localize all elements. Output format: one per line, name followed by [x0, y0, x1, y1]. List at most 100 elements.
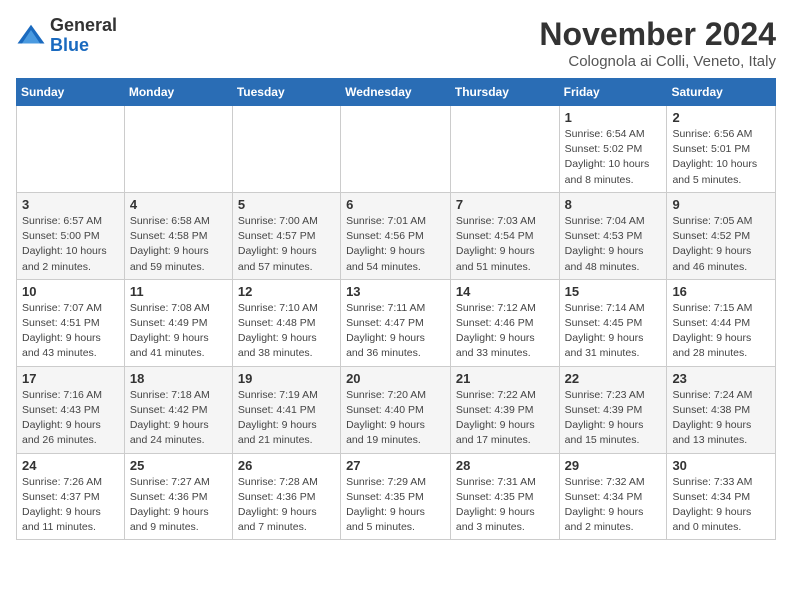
day-info: Sunrise: 7:18 AM Sunset: 4:42 PM Dayligh… — [130, 388, 227, 449]
day-number: 17 — [22, 371, 119, 386]
day-info: Sunrise: 7:07 AM Sunset: 4:51 PM Dayligh… — [22, 301, 119, 362]
calendar-cell: 14 Sunrise: 7:12 AM Sunset: 4:46 PM Dayli… — [450, 279, 559, 366]
day-info: Sunrise: 7:05 AM Sunset: 4:52 PM Dayligh… — [672, 214, 770, 275]
location: Colognola ai Colli, Veneto, Italy — [539, 53, 776, 70]
calendar-cell: 26 Sunrise: 7:28 AM Sunset: 4:36 PM Dayli… — [232, 453, 340, 540]
day-info: Sunrise: 7:15 AM Sunset: 4:44 PM Dayligh… — [672, 301, 770, 362]
calendar-cell — [341, 106, 451, 193]
day-number: 25 — [130, 458, 227, 473]
day-number: 15 — [565, 284, 662, 299]
day-number: 6 — [346, 197, 445, 212]
day-number: 24 — [22, 458, 119, 473]
calendar-cell: 16 Sunrise: 7:15 AM Sunset: 4:44 PM Dayli… — [667, 279, 776, 366]
calendar-cell — [124, 106, 232, 193]
day-number: 26 — [238, 458, 335, 473]
calendar-cell: 24 Sunrise: 7:26 AM Sunset: 4:37 PM Dayli… — [17, 453, 125, 540]
weekday-header-monday: Monday — [124, 79, 232, 106]
day-info: Sunrise: 7:12 AM Sunset: 4:46 PM Dayligh… — [456, 301, 554, 362]
weekday-header-sunday: Sunday — [17, 79, 125, 106]
day-info: Sunrise: 6:57 AM Sunset: 5:00 PM Dayligh… — [22, 214, 119, 275]
day-number: 27 — [346, 458, 445, 473]
day-info: Sunrise: 7:23 AM Sunset: 4:39 PM Dayligh… — [565, 388, 662, 449]
day-number: 7 — [456, 197, 554, 212]
calendar-cell: 8 Sunrise: 7:04 AM Sunset: 4:53 PM Daylig… — [559, 192, 667, 279]
day-number: 16 — [672, 284, 770, 299]
day-number: 5 — [238, 197, 335, 212]
calendar-cell: 6 Sunrise: 7:01 AM Sunset: 4:56 PM Daylig… — [341, 192, 451, 279]
day-info: Sunrise: 7:27 AM Sunset: 4:36 PM Dayligh… — [130, 475, 227, 536]
calendar-cell: 9 Sunrise: 7:05 AM Sunset: 4:52 PM Daylig… — [667, 192, 776, 279]
calendar-cell: 12 Sunrise: 7:10 AM Sunset: 4:48 PM Dayli… — [232, 279, 340, 366]
weekday-header-saturday: Saturday — [667, 79, 776, 106]
day-info: Sunrise: 7:10 AM Sunset: 4:48 PM Dayligh… — [238, 301, 335, 362]
day-info: Sunrise: 7:26 AM Sunset: 4:37 PM Dayligh… — [22, 475, 119, 536]
calendar-cell: 5 Sunrise: 7:00 AM Sunset: 4:57 PM Daylig… — [232, 192, 340, 279]
day-info: Sunrise: 7:04 AM Sunset: 4:53 PM Dayligh… — [565, 214, 662, 275]
day-info: Sunrise: 7:20 AM Sunset: 4:40 PM Dayligh… — [346, 388, 445, 449]
day-number: 11 — [130, 284, 227, 299]
calendar-cell: 17 Sunrise: 7:16 AM Sunset: 4:43 PM Dayli… — [17, 366, 125, 453]
day-number: 4 — [130, 197, 227, 212]
calendar-cell: 29 Sunrise: 7:32 AM Sunset: 4:34 PM Dayli… — [559, 453, 667, 540]
day-info: Sunrise: 7:08 AM Sunset: 4:49 PM Dayligh… — [130, 301, 227, 362]
calendar-cell: 3Sunrise: 6:57 AM Sunset: 5:00 PM Daylig… — [17, 192, 125, 279]
calendar-cell — [450, 106, 559, 193]
day-number: 1 — [565, 110, 662, 125]
calendar-cell: 20Sunrise: 7:20 AM Sunset: 4:40 PM Dayli… — [341, 366, 451, 453]
calendar-cell: 19 Sunrise: 7:19 AM Sunset: 4:41 PM Dayli… — [232, 366, 340, 453]
day-number: 14 — [456, 284, 554, 299]
day-info: Sunrise: 7:31 AM Sunset: 4:35 PM Dayligh… — [456, 475, 554, 536]
logo-icon — [16, 21, 46, 51]
day-number: 19 — [238, 371, 335, 386]
calendar-cell: 2Sunrise: 6:56 AM Sunset: 5:01 PM Daylig… — [667, 106, 776, 193]
calendar-cell: 28 Sunrise: 7:31 AM Sunset: 4:35 PM Dayli… — [450, 453, 559, 540]
day-info: Sunrise: 7:03 AM Sunset: 4:54 PM Dayligh… — [456, 214, 554, 275]
day-number: 23 — [672, 371, 770, 386]
calendar-cell — [17, 106, 125, 193]
logo-text: General Blue — [50, 16, 117, 56]
weekday-header-friday: Friday — [559, 79, 667, 106]
day-info: Sunrise: 7:00 AM Sunset: 4:57 PM Dayligh… — [238, 214, 335, 275]
calendar-cell: 30 Sunrise: 7:33 AM Sunset: 4:34 PM Dayli… — [667, 453, 776, 540]
day-number: 29 — [565, 458, 662, 473]
day-info: Sunrise: 7:24 AM Sunset: 4:38 PM Dayligh… — [672, 388, 770, 449]
calendar-cell: 10 Sunrise: 7:07 AM Sunset: 4:51 PM Dayli… — [17, 279, 125, 366]
day-number: 13 — [346, 284, 445, 299]
day-info: Sunrise: 6:54 AM Sunset: 5:02 PM Dayligh… — [565, 127, 662, 188]
day-info: Sunrise: 7:01 AM Sunset: 4:56 PM Dayligh… — [346, 214, 445, 275]
day-number: 12 — [238, 284, 335, 299]
day-info: Sunrise: 7:29 AM Sunset: 4:35 PM Dayligh… — [346, 475, 445, 536]
weekday-header-tuesday: Tuesday — [232, 79, 340, 106]
day-number: 10 — [22, 284, 119, 299]
day-number: 22 — [565, 371, 662, 386]
calendar-cell: 21Sunrise: 7:22 AM Sunset: 4:39 PM Dayli… — [450, 366, 559, 453]
calendar-cell: 18Sunrise: 7:18 AM Sunset: 4:42 PM Dayli… — [124, 366, 232, 453]
day-info: Sunrise: 7:19 AM Sunset: 4:41 PM Dayligh… — [238, 388, 335, 449]
day-number: 28 — [456, 458, 554, 473]
day-info: Sunrise: 7:32 AM Sunset: 4:34 PM Dayligh… — [565, 475, 662, 536]
logo: General Blue — [16, 16, 117, 56]
calendar-cell: 11 Sunrise: 7:08 AM Sunset: 4:49 PM Dayli… — [124, 279, 232, 366]
calendar-cell — [232, 106, 340, 193]
day-info: Sunrise: 7:33 AM Sunset: 4:34 PM Dayligh… — [672, 475, 770, 536]
calendar-cell: 25 Sunrise: 7:27 AM Sunset: 4:36 PM Dayli… — [124, 453, 232, 540]
day-info: Sunrise: 6:58 AM Sunset: 4:58 PM Dayligh… — [130, 214, 227, 275]
day-info: Sunrise: 6:56 AM Sunset: 5:01 PM Dayligh… — [672, 127, 770, 188]
day-number: 8 — [565, 197, 662, 212]
day-number: 9 — [672, 197, 770, 212]
page-header: General Blue November 2024 Colognola ai … — [16, 16, 776, 70]
calendar: SundayMondayTuesdayWednesdayThursdayFrid… — [16, 78, 776, 540]
calendar-cell: 7 Sunrise: 7:03 AM Sunset: 4:54 PM Daylig… — [450, 192, 559, 279]
calendar-cell: 15Sunrise: 7:14 AM Sunset: 4:45 PM Dayli… — [559, 279, 667, 366]
day-info: Sunrise: 7:22 AM Sunset: 4:39 PM Dayligh… — [456, 388, 554, 449]
day-info: Sunrise: 7:28 AM Sunset: 4:36 PM Dayligh… — [238, 475, 335, 536]
calendar-cell: 13Sunrise: 7:11 AM Sunset: 4:47 PM Dayli… — [341, 279, 451, 366]
weekday-header-wednesday: Wednesday — [341, 79, 451, 106]
month-title: November 2024 — [539, 16, 776, 53]
calendar-cell: 22 Sunrise: 7:23 AM Sunset: 4:39 PM Dayli… — [559, 366, 667, 453]
calendar-cell: 4 Sunrise: 6:58 AM Sunset: 4:58 PM Daylig… — [124, 192, 232, 279]
title-block: November 2024 Colognola ai Colli, Veneto… — [539, 16, 776, 70]
calendar-cell: 27 Sunrise: 7:29 AM Sunset: 4:35 PM Dayli… — [341, 453, 451, 540]
day-info: Sunrise: 7:16 AM Sunset: 4:43 PM Dayligh… — [22, 388, 119, 449]
day-number: 30 — [672, 458, 770, 473]
